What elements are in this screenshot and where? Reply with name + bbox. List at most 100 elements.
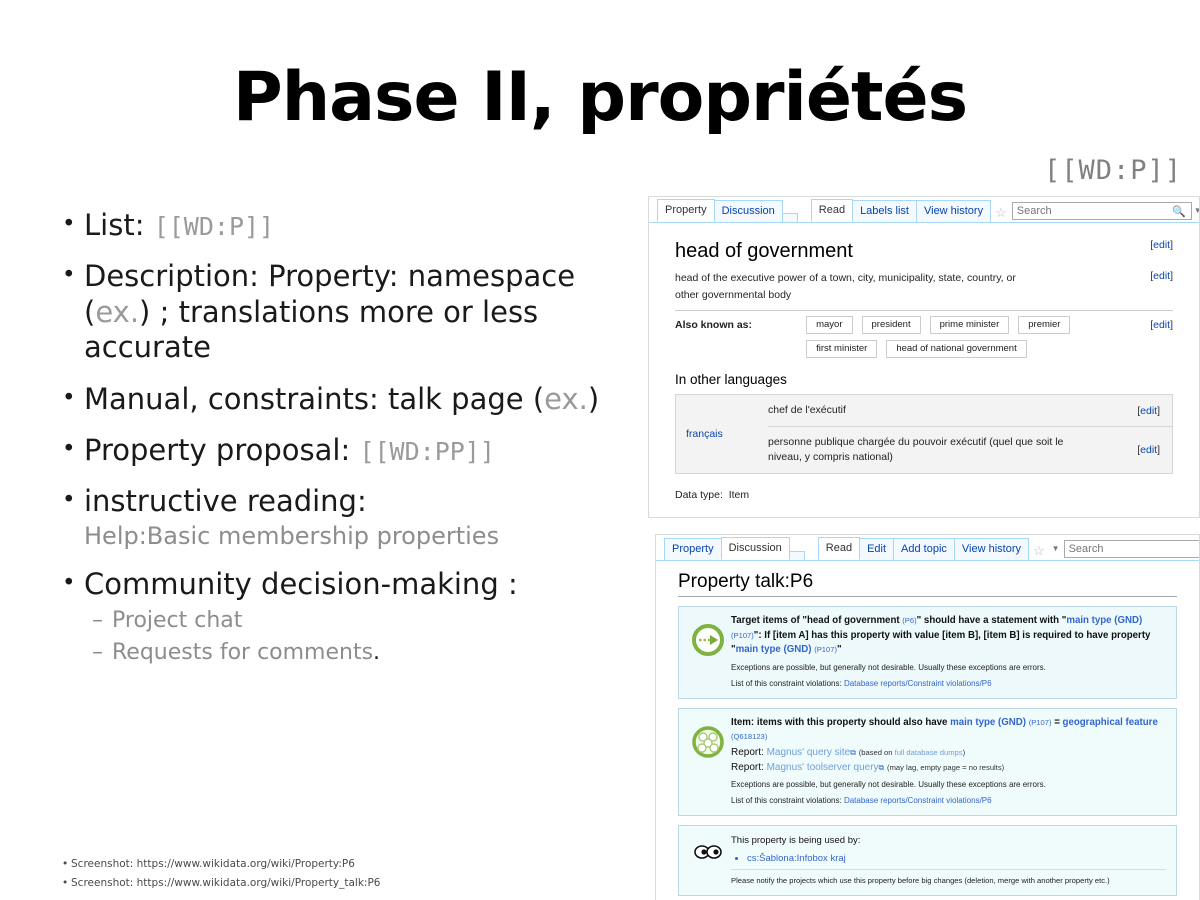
bracket-close: ] (1157, 444, 1160, 456)
bullet-mono: [[WD:P]] (153, 212, 275, 241)
chevron-down-icon[interactable]: ▼ (1050, 538, 1064, 560)
screenshot-property-talk-page: Property Discussion Read Edit Add topic … (655, 534, 1200, 900)
tab-edit[interactable]: Edit (859, 538, 895, 560)
language-label-value: chef de l'exécutif (768, 404, 846, 416)
bullet-label: Manual, constraints: talk page ( (84, 381, 545, 416)
bullet-example-link: ex. (95, 294, 140, 329)
usage-heading: This property is being used by: (731, 834, 861, 846)
report-link[interactable]: Magnus' toolserver query (767, 762, 879, 773)
edit-link-description[interactable]: [edit] (1150, 270, 1173, 282)
external-link-icon: ⧉ (850, 747, 856, 757)
constraint-link[interactable]: geographical feature (1063, 717, 1158, 728)
bullet-list: • List: [[WD:P]] • Description: Property… (62, 208, 642, 671)
tab-property[interactable]: Property (657, 199, 715, 222)
edit-link[interactable]: edit (1140, 405, 1157, 417)
footnote-text: Screenshot: https://www.wikidata.org/wik… (71, 858, 355, 870)
sub-bullet-marker: – (92, 640, 103, 666)
constraint-text: Target items of "head of government (P6)… (727, 614, 1166, 690)
page-title: Phase II, propriétés (232, 58, 968, 137)
bullet-sub-link: Help:Basic membership properties (84, 521, 500, 550)
green-circles-icon (689, 716, 727, 758)
tab-bar-right: ☆ ▼ 🔍 ▼ (1028, 538, 1199, 560)
tab-property[interactable]: Property (664, 538, 722, 560)
property-id[interactable]: (P107) (731, 631, 754, 640)
report-note-link[interactable]: full database dumps (895, 748, 963, 757)
tab-labels-list[interactable]: Labels list (852, 200, 917, 222)
footnote-marker: • (62, 858, 69, 870)
star-icon[interactable]: ☆ (990, 204, 1012, 222)
alias-chip[interactable]: premier (1018, 316, 1071, 334)
slide-root: Phase II, propriétés [[WD:P]] • List: [[… (0, 0, 1200, 900)
property-id[interactable]: (P107) (814, 645, 837, 654)
search-icon[interactable]: 🔍 (1172, 205, 1191, 218)
search-input[interactable] (1012, 204, 1173, 218)
constraint-link[interactable]: main type (GND) (736, 644, 812, 655)
report-link[interactable]: Magnus' query site (767, 747, 851, 758)
alias-chip[interactable]: first minister (806, 340, 878, 358)
constraint-link[interactable]: main type (GND) (1066, 615, 1142, 626)
violations-link[interactable]: Database reports/Constraint violations/P… (844, 796, 992, 805)
talk-page-title: Property talk:P6 (678, 571, 1177, 597)
alias-chip[interactable]: head of national government (886, 340, 1027, 358)
tab-view-history[interactable]: View history (953, 538, 1030, 560)
item-id[interactable]: (Q618123) (731, 732, 767, 741)
language-name[interactable]: français (676, 395, 768, 473)
tab-read[interactable]: Read (817, 537, 861, 560)
edit-link[interactable]: edit (1153, 319, 1170, 331)
tab-discussion[interactable]: Discussion (720, 537, 790, 560)
constraint-kind: Item (731, 716, 751, 728)
constraint-link[interactable]: main type (GND) (950, 717, 1026, 728)
sub-bullet-label: Requests for comments (112, 640, 374, 666)
constraint-title-part: = (1051, 716, 1063, 728)
also-known-as-row: Also known as: mayor president prime min… (675, 316, 1173, 358)
edit-link-lang-label[interactable]: [edit] (1137, 405, 1160, 417)
edit-link[interactable]: edit (1153, 270, 1170, 282)
report-label: Report: (731, 746, 767, 758)
violations-link[interactable]: Database reports/Constraint violations/P… (844, 679, 992, 688)
star-icon[interactable]: ☆ (1028, 542, 1050, 560)
edit-link-lang-desc[interactable]: [edit] (1137, 444, 1160, 456)
tab-view-history[interactable]: View history (915, 200, 992, 222)
external-link-icon: ⧉ (878, 762, 885, 772)
list-item[interactable]: cs:Šablona:Infobox kraj (747, 851, 1166, 866)
edit-link[interactable]: edit (1140, 444, 1157, 456)
alias-chip[interactable]: president (861, 316, 921, 334)
constraint-note: Exceptions are possible, but generally n… (731, 662, 1046, 672)
edit-link-label[interactable]: [edit] (1150, 239, 1173, 251)
bullet-label: Property proposal: (84, 432, 360, 467)
edit-link[interactable]: edit (1153, 239, 1170, 251)
property-id[interactable]: (P107) (1029, 718, 1052, 727)
usage-box: This property is being used by: cs:Šablo… (678, 824, 1177, 896)
search-input[interactable] (1064, 542, 1199, 556)
constraint-title-part: " should have a statement with " (916, 615, 1067, 626)
edit-link-aliases[interactable]: [edit] (1150, 316, 1173, 331)
bracket-close: ] (1157, 404, 1160, 417)
data-type-value: Item (728, 489, 750, 501)
constraint-report-row-2: Report: Magnus' toolserver query⧉ (may l… (731, 760, 1166, 775)
property-label: head of government (675, 240, 853, 262)
constraint-title-part: Target items of "head of government (731, 615, 903, 626)
alias-chip[interactable]: prime minister (929, 316, 1010, 334)
footnote-list: • Screenshot: https://www.wikidata.org/wi… (62, 855, 380, 894)
in-other-languages-heading: In other languages (675, 372, 787, 387)
chevron-down-icon[interactable]: ▼ (1192, 200, 1199, 222)
languages-table: français chef de l'exécutif [edit] perso… (675, 394, 1173, 474)
bracket-close: ] (1170, 319, 1173, 331)
sub-bullet-text: Project chat (112, 608, 243, 633)
tab-add-topic[interactable]: Add topic (893, 538, 955, 560)
search-box[interactable]: 🔍 (1063, 540, 1199, 558)
bullet-item-list: • List: [[WD:P]] (62, 208, 642, 243)
property-id[interactable]: (P6) (902, 616, 916, 625)
constraint-note: Exceptions are possible, but generally n… (731, 779, 1046, 789)
tab-discussion[interactable]: Discussion (713, 200, 783, 222)
alias-chip[interactable]: mayor (806, 316, 853, 334)
sub-bullet-marker: – (92, 608, 103, 633)
sub-bullet-text: Requests for comments. (112, 640, 380, 666)
wiki-tab-bar: Property Discussion Read Labels list Vie… (649, 197, 1199, 223)
sub-bullet-project-chat: – Project chat (92, 608, 642, 634)
tab-read[interactable]: Read (810, 199, 854, 222)
constraint-report-row-1: Report: Magnus' query site⧉ (based on fu… (731, 745, 1166, 760)
bullet-marker: • (62, 384, 76, 411)
screenshot-property-page: Property Discussion Read Labels list Vie… (648, 196, 1200, 518)
search-box[interactable]: 🔍 (1011, 202, 1192, 220)
